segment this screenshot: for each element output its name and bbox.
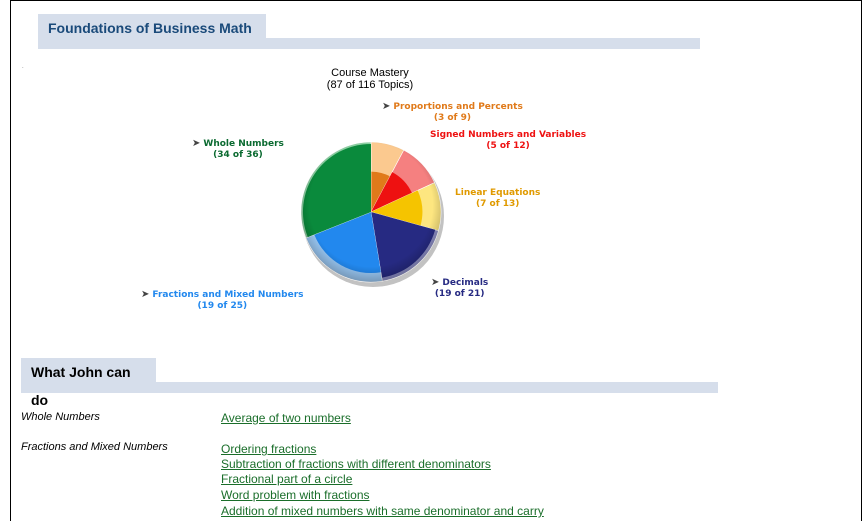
topic-link[interactable]: Addition of mixed numbers with same deno… — [221, 504, 544, 518]
topic-link[interactable]: Subtraction of fractions with different … — [221, 457, 491, 471]
label-count: (5 of 12) — [486, 141, 530, 151]
label-count: (3 of 9) — [433, 113, 471, 123]
label-fractions-and-mixed-numbers[interactable]: ➤ Fractions and Mixed Numbers (19 of 25) — [141, 289, 304, 312]
chart-title: Course Mastery (87 of 116 Topics) — [300, 67, 440, 91]
chart-subtitle-text: (87 of 116 Topics) — [326, 79, 414, 91]
label-count: (7 of 13) — [476, 199, 520, 209]
label-name: Linear Equations — [455, 188, 541, 198]
label-count: (19 of 21) — [434, 289, 485, 299]
label-name: Signed Numbers and Variables — [430, 130, 587, 140]
label-linear-equations[interactable]: Linear Equations (7 of 13) — [455, 188, 540, 210]
label-decimals[interactable]: ➤ Decimals (19 of 21) — [431, 277, 488, 300]
arrow-icon: ➤ — [141, 289, 150, 300]
topic-link[interactable]: Ordering fractions — [221, 442, 316, 456]
category-fractions: Fractions and Mixed Numbers — [21, 441, 168, 453]
chart-title-text: Course Mastery — [331, 67, 409, 79]
pie-shading — [301, 142, 441, 282]
topic-link[interactable]: Word problem with fractions — [221, 488, 370, 502]
label-name: Proportions and Percents — [393, 102, 523, 112]
topic-link[interactable]: Fractional part of a circle — [221, 472, 352, 486]
category-whole-numbers: Whole Numbers — [21, 411, 100, 423]
marker-dot: . — [22, 64, 24, 70]
label-whole-numbers[interactable]: ➤ Whole Numbers (34 of 36) — [192, 138, 284, 161]
arrow-icon: ➤ — [431, 277, 440, 288]
course-title-bar — [38, 38, 700, 49]
arrow-icon: ➤ — [192, 138, 201, 149]
label-name: Whole Numbers — [203, 139, 284, 149]
label-signed-numbers-and-variables[interactable]: Signed Numbers and Variables (5 of 12) — [430, 130, 586, 152]
label-count: (34 of 36) — [213, 150, 263, 160]
topic-link[interactable]: Average of two numbers — [221, 411, 351, 425]
label-count: (19 of 25) — [197, 301, 248, 311]
mastery-pie-chart — [300, 141, 444, 287]
label-name: Fractions and Mixed Numbers — [152, 290, 304, 300]
can-do-heading-bar — [21, 382, 718, 393]
label-proportions-and-percents[interactable]: ➤ Proportions and Percents (3 of 9) — [382, 101, 523, 124]
label-name: Decimals — [442, 278, 489, 288]
arrow-icon: ➤ — [382, 101, 391, 112]
